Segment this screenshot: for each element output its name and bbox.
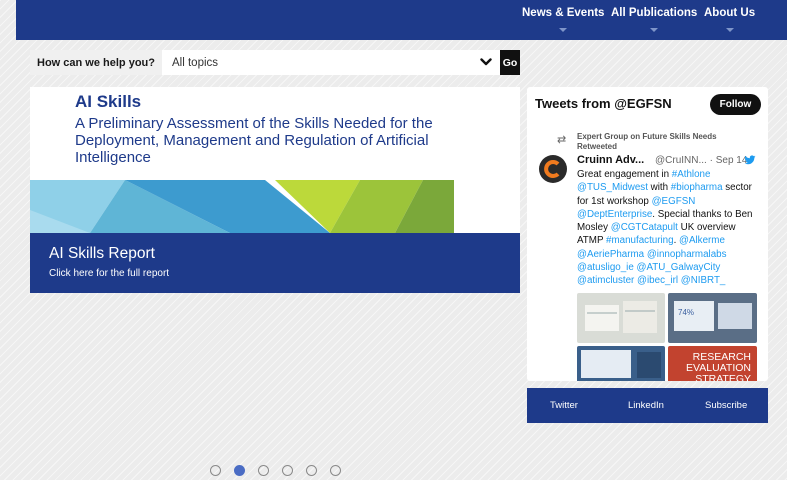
tweet-link[interactable]: #biopharma <box>671 182 723 193</box>
nav-about-us-label: About Us <box>704 7 756 19</box>
nav-news-events[interactable]: News & Events <box>522 7 604 32</box>
carousel-dot[interactable] <box>282 465 293 476</box>
tweet-body: Great engagement in #Athlone @TUS_Midwes… <box>577 168 760 288</box>
tweet-photo-4[interactable]: RESEARCH EVALUATION STRATEGY <box>668 346 757 381</box>
topic-select[interactable]: All topics <box>162 50 500 75</box>
tweet-photo-3[interactable] <box>577 346 665 381</box>
hero-graphic <box>30 180 454 233</box>
carousel-dot[interactable] <box>234 465 245 476</box>
tweet-link[interactable]: @AeriePharma <box>577 249 644 260</box>
carousel-dot[interactable] <box>258 465 269 476</box>
tweet-handle-date: @CruINN... · Sep 14 <box>655 155 748 166</box>
topic-select-value: All topics <box>172 56 219 69</box>
nav-about-us[interactable]: About Us <box>704 7 755 32</box>
tweet-link[interactable]: @DeptEnterprise <box>577 209 652 220</box>
follow-button[interactable]: Follow <box>710 94 761 115</box>
tweet-link[interactable]: @Alkerme <box>679 235 725 246</box>
tweet-photo-2[interactable]: 74% <box>668 293 757 343</box>
hero-caption-link[interactable]: Click here for the full report <box>49 268 169 279</box>
hero-caption-title: AI Skills Report <box>49 245 155 262</box>
retweet-note: Expert Group on Future Skills Needs Retw… <box>577 132 717 151</box>
svg-text:74%: 74% <box>678 308 694 317</box>
topic-search-bar: How can we help you? All topics Go <box>30 50 520 75</box>
nav-all-publications[interactable]: All Publications <box>611 7 697 32</box>
search-label: How can we help you? <box>30 50 162 75</box>
photo-image <box>585 301 657 333</box>
tweet-link[interactable]: @CGTCatapult <box>611 222 678 233</box>
hero-caption[interactable]: AI Skills Report Click here for the full… <box>30 233 520 293</box>
tweet-link[interactable]: @atimcluster <box>577 275 634 286</box>
carousel-dot[interactable] <box>306 465 317 476</box>
retweet-icon: ⇄ <box>557 134 567 146</box>
social-links-bar: Twitter LinkedIn Subscribe <box>527 388 768 423</box>
tweet-link[interactable]: @ibec_irl <box>637 275 678 286</box>
c-logo-icon <box>544 160 560 178</box>
hero-subtitle: A Preliminary Assessment of the Skills N… <box>75 115 433 166</box>
tweet-media[interactable]: 74% RESEARCH EVALUATION STRATEGY <box>577 293 757 381</box>
tweet-link[interactable]: #manufacturing <box>606 235 674 246</box>
tweet-link[interactable]: @atusligo_ie <box>577 262 634 273</box>
chevron-down-icon <box>559 28 568 32</box>
twitter-widget-title: Tweets from @EGFSN <box>535 96 672 111</box>
hero-banner[interactable]: AI Skills A Preliminary Assessment of th… <box>30 87 520 293</box>
tweet-link[interactable]: @NIBRT_ <box>681 275 726 286</box>
twitter-bird-icon[interactable] <box>744 154 756 166</box>
tweet-author[interactable]: Cruinn Adv... <box>577 154 644 166</box>
tweet-link[interactable]: @TUS_Midwest <box>577 182 648 193</box>
carousel-dot[interactable] <box>210 465 221 476</box>
hero-title: AI Skills <box>75 92 142 111</box>
chevron-down-icon <box>650 28 659 32</box>
carousel-dot[interactable] <box>330 465 341 476</box>
avatar[interactable] <box>539 155 567 183</box>
nav-news-events-label: News & Events <box>522 7 605 19</box>
chevron-down-icon <box>480 58 492 66</box>
subscribe-link[interactable]: Subscribe <box>705 400 747 411</box>
chevron-down-icon <box>725 28 734 32</box>
photo-caption: RESEARCH EVALUATION STRATEGY <box>686 351 751 382</box>
tweet-text: Great engagement in <box>577 169 672 180</box>
tweet-link[interactable]: #Athlone <box>672 169 711 180</box>
tweet-text: with <box>647 182 671 194</box>
nav-all-publications-label: All Publications <box>611 7 698 19</box>
photo-image <box>581 350 661 378</box>
linkedin-link[interactable]: LinkedIn <box>628 400 664 411</box>
tweet-link[interactable]: @innopharmalabs <box>647 249 727 260</box>
top-navigation: News & Events All Publications About Us <box>16 0 787 40</box>
twitter-widget: Tweets from @EGFSN Follow ⇄ Expert Group… <box>527 87 768 381</box>
twitter-link[interactable]: Twitter <box>550 400 578 411</box>
go-button[interactable]: Go <box>500 50 520 75</box>
tweet-link[interactable]: @ATU_GalwayCity <box>637 262 721 273</box>
tweet-photo-1[interactable] <box>577 293 665 343</box>
tweet-link[interactable]: @EGFSN <box>652 196 696 207</box>
photo-image: 74% <box>674 301 752 331</box>
